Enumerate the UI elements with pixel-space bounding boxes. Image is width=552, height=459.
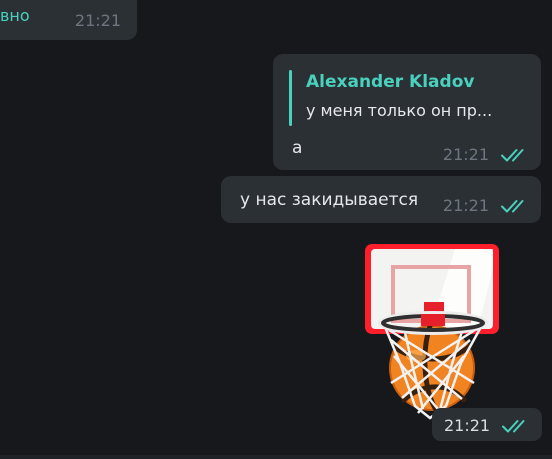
double-check-icon (502, 419, 525, 432)
message-time: 21:21 (442, 145, 489, 164)
message-text: а (292, 138, 303, 158)
basketball-sticker[interactable] (360, 238, 506, 424)
quote-text[interactable]: у меня только он пр... (306, 101, 492, 120)
quote-bar (289, 70, 292, 126)
message-meta: 21:21 (443, 196, 529, 215)
message-time: 21:21 (444, 416, 491, 435)
message-text: у нас закидывается (240, 190, 419, 210)
message-text: вно (0, 6, 30, 25)
double-check-icon (501, 199, 524, 212)
message-time: 21:21 (74, 11, 121, 30)
incoming-message[interactable]: вно 21:21 (0, 0, 137, 40)
double-check-icon (501, 148, 524, 161)
quote-author[interactable]: Alexander Kladov (306, 72, 474, 92)
message-meta: 21:21 (443, 145, 529, 164)
reply-message[interactable]: Alexander Kladov у меня только он пр... … (273, 54, 541, 170)
composer-divider (0, 455, 552, 459)
message-time: 21:21 (442, 196, 489, 215)
message-meta: 21:21 (444, 416, 530, 435)
text-message[interactable]: у нас закидывается 21:21 (221, 176, 541, 223)
sticker-meta: 21:21 (432, 408, 542, 441)
